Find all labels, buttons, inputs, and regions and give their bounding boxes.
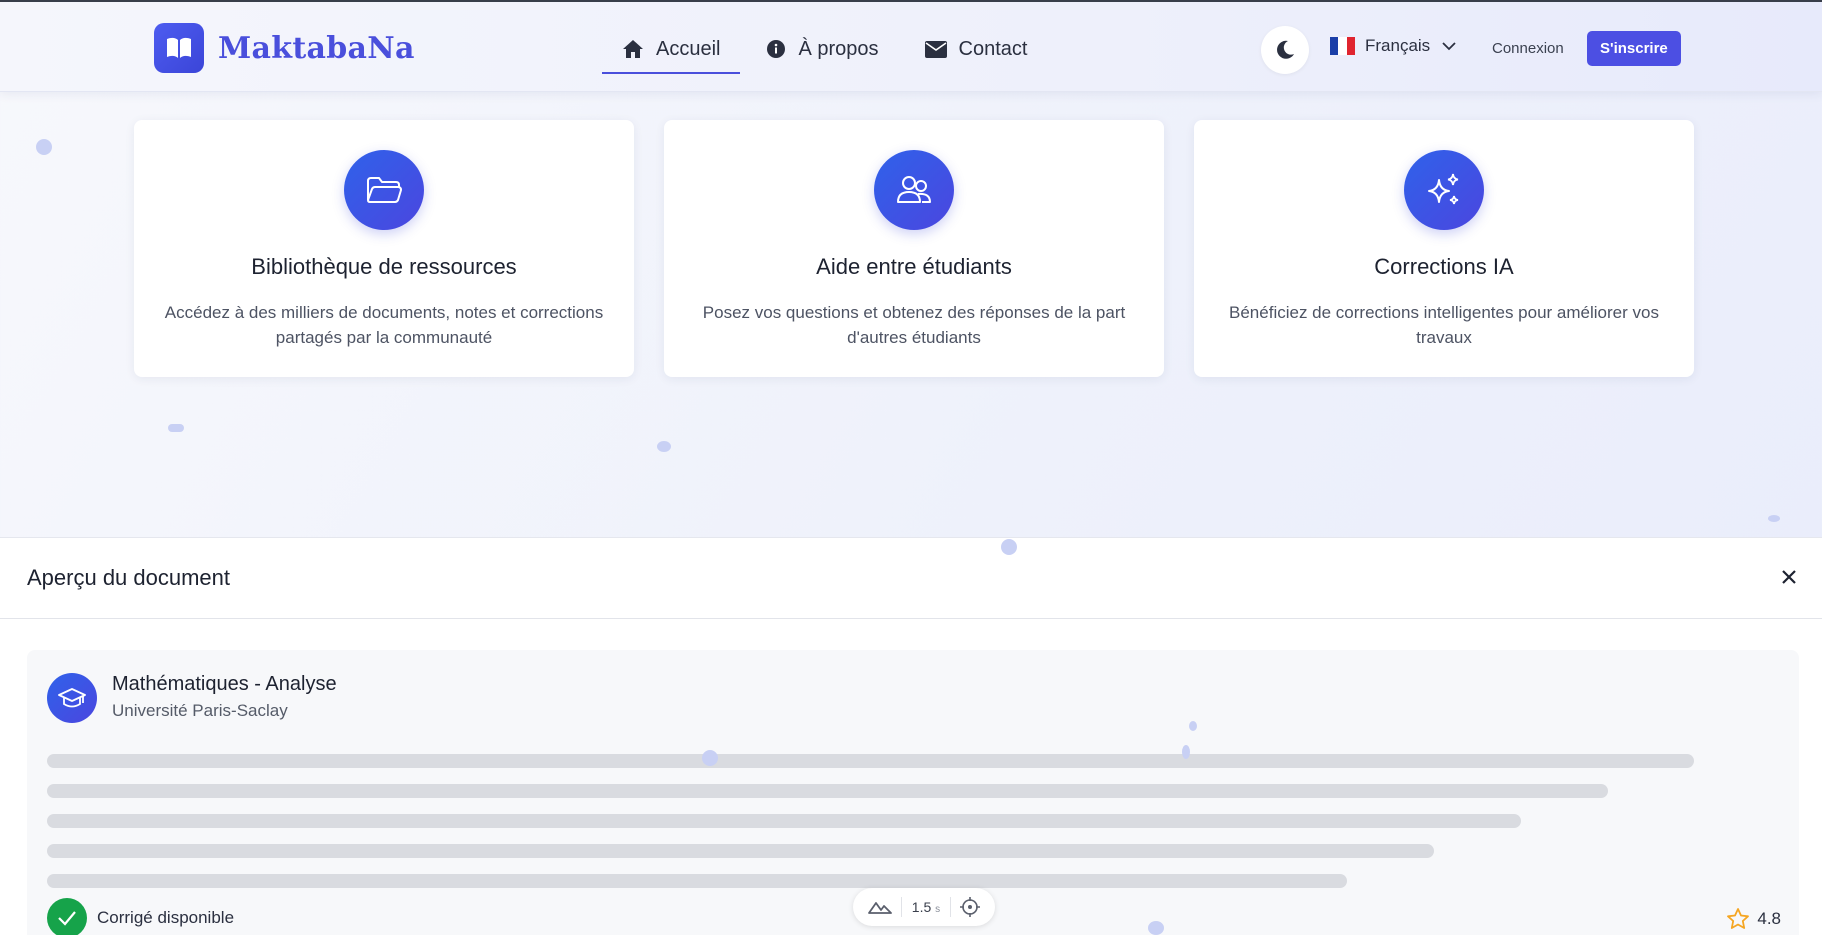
feature-title: Aide entre étudiants (816, 254, 1012, 279)
nav-item-accueil[interactable]: Accueil (602, 24, 741, 74)
nav-label-contact: Contact (958, 37, 1028, 60)
site-header: MaktabaNa Accueil À propos Contact Franç… (0, 2, 1822, 92)
status-label: Corrigé disponible (97, 908, 235, 927)
decor-dot (1148, 921, 1164, 935)
decor-dot (702, 750, 718, 766)
nav-item-a-propos[interactable]: À propos (746, 24, 898, 74)
decor-dot (657, 441, 671, 452)
mountains-icon[interactable] (867, 899, 892, 915)
brand-name: MaktabaNa (218, 30, 415, 66)
rating-value: 4.8 (1757, 908, 1781, 928)
feature-description: Bénéficiez de corrections intelligentes … (1229, 303, 1659, 347)
feature-title: Bibliothèque de ressources (251, 254, 517, 279)
nav-label-accueil: Accueil (656, 37, 721, 60)
moon-icon (1277, 40, 1294, 59)
document-rating: 4.8 (1727, 908, 1781, 929)
signup-button[interactable]: S'inscrire (1587, 31, 1681, 66)
book-icon (154, 23, 204, 73)
toolbar-divider (949, 897, 951, 917)
toolbar-value: 1.5 s (912, 899, 940, 915)
close-icon[interactable] (1779, 567, 1799, 587)
decor-dot (1768, 515, 1780, 522)
envelope-icon (924, 40, 947, 58)
feature-card-peer-help: Aide entre étudiants Posez vos questions… (664, 120, 1164, 377)
language-label: Français (1365, 36, 1431, 55)
skeleton-line (47, 814, 1521, 828)
nav-label-a-propos: À propos (798, 37, 879, 60)
skeleton-line (47, 754, 1694, 768)
sparkles-icon (1404, 150, 1484, 230)
check-icon (47, 898, 87, 935)
graduation-cap-icon (47, 673, 97, 723)
document-university: Université Paris-Saclay (112, 701, 288, 720)
brand-logo[interactable]: MaktabaNa (154, 23, 415, 73)
preview-header: Aperçu du document (0, 538, 1822, 619)
toolbar-number: 1.5 (911, 899, 932, 915)
home-icon (623, 40, 643, 58)
folder-icon (344, 150, 424, 230)
decor-dot (36, 139, 52, 155)
crosshair-icon[interactable] (960, 897, 981, 917)
users-icon (874, 150, 954, 230)
skeleton-line (47, 784, 1608, 798)
theme-toggle-button[interactable] (1261, 26, 1309, 74)
decor-dot (1189, 721, 1197, 731)
login-link[interactable]: Connexion (1492, 40, 1564, 57)
correction-status: Corrigé disponible (47, 898, 234, 935)
skeleton-line (47, 844, 1434, 858)
language-selector[interactable]: Français (1330, 36, 1456, 56)
document-preview-panel: Aperçu du document Mathématiques - Analy… (0, 537, 1822, 935)
feature-description: Posez vos questions et obtenez des répon… (702, 303, 1126, 347)
feature-description: Accédez à des milliers de documents, not… (164, 303, 604, 347)
feature-card-library: Bibliothèque de ressources Accédez à des… (134, 120, 634, 377)
main-nav: Accueil À propos Contact (602, 24, 1047, 74)
decor-dot (1001, 539, 1017, 555)
star-icon (1727, 908, 1750, 929)
info-icon (767, 40, 786, 58)
chevron-down-icon (1442, 41, 1456, 50)
preview-title: Aperçu du document (27, 565, 231, 590)
nav-item-contact[interactable]: Contact (905, 24, 1048, 74)
feature-title: Corrections IA (1374, 254, 1514, 279)
skeleton-line (47, 874, 1347, 888)
feature-card-ai-corrections: Corrections IA Bénéficiez de corrections… (1194, 120, 1694, 377)
decor-dot (168, 424, 184, 432)
floating-toolbar: 1.5 s (853, 888, 995, 926)
toolbar-unit: s (935, 904, 941, 915)
toolbar-divider (901, 897, 903, 917)
document-subject: Mathématiques - Analyse (112, 673, 337, 695)
decor-dot (1182, 745, 1190, 759)
french-flag-icon (1330, 37, 1355, 55)
